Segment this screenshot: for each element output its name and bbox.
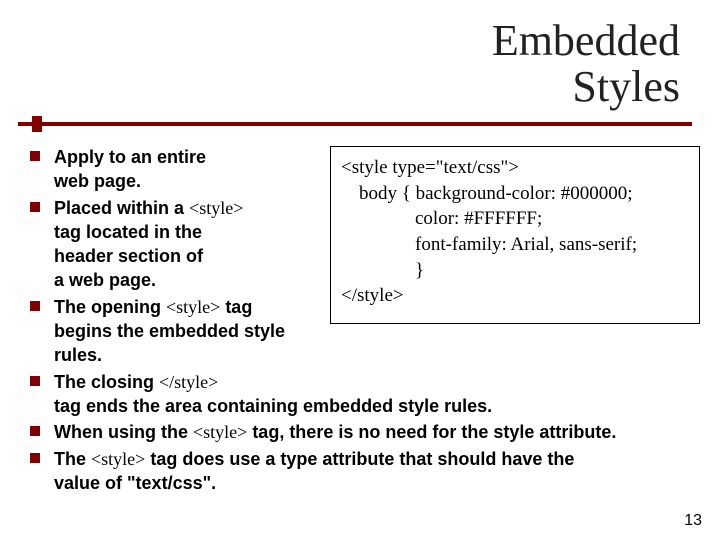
title-line-1: Embedded <box>492 16 680 65</box>
code-line: } <box>341 258 689 284</box>
code-example-box: <style type="text/css"> body { backgroun… <box>330 146 700 324</box>
code-line: <style type="text/css"> <box>341 155 689 181</box>
code-line: </style> <box>341 283 689 309</box>
code-line: color: #FFFFFF; <box>341 206 689 232</box>
list-item: The closing </style> tag ends the area c… <box>20 370 700 419</box>
title-line-2: Styles <box>572 62 680 111</box>
page-number: 13 <box>684 512 702 530</box>
title-underline <box>18 122 692 126</box>
code-line: body { background-color: #000000; <box>341 181 689 207</box>
code-line: font-family: Arial, sans-serif; <box>341 232 689 258</box>
list-item: The <style> tag does use a type attribut… <box>20 447 700 496</box>
list-item: When using the <style> tag, there is no … <box>20 420 700 444</box>
slide-title: Embedded Styles <box>0 0 720 116</box>
